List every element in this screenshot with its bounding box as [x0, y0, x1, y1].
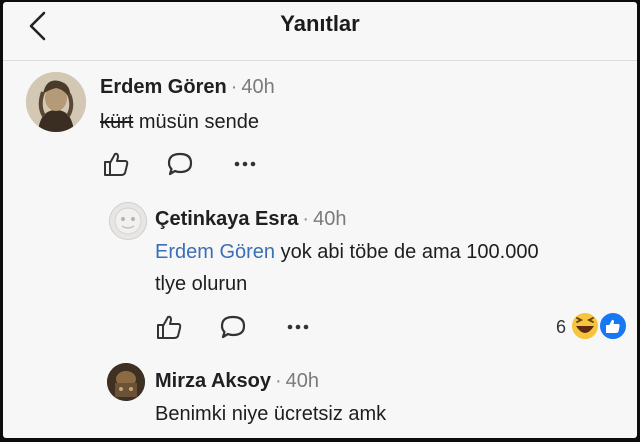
header: Yanıtlar	[3, 2, 637, 61]
comment-text: Erdem Gören yok abi töbe de ama 100.000 …	[155, 236, 625, 300]
like-icon[interactable]	[102, 151, 130, 177]
avatar[interactable]	[109, 202, 147, 240]
comment-author[interactable]: Çetinkaya Esra · 40h	[155, 208, 346, 231]
comment-author[interactable]: Erdem Gören · 40h	[100, 76, 275, 99]
comment-text-line1: yok abi töbe de ama 100.000	[275, 241, 539, 263]
avatar-image	[114, 207, 142, 235]
like-icon[interactable]	[155, 314, 183, 340]
reply-icon[interactable]	[166, 151, 194, 177]
author-name[interactable]: Mirza Aksoy	[155, 370, 271, 392]
reaction-count[interactable]: 6	[556, 317, 566, 338]
comment-text: Benimki niye ücretsiz amk	[155, 403, 387, 425]
comment-author[interactable]: Mirza Aksoy · 40h	[155, 370, 319, 393]
avatar[interactable]	[26, 72, 86, 132]
avatar[interactable]	[107, 363, 145, 401]
struck-text: kürt	[100, 111, 134, 133]
replies-screen: Yanıtlar Erdem Gören · 40h kürt müsün send…	[3, 2, 637, 438]
more-options-icon[interactable]	[233, 160, 257, 168]
reply-icon[interactable]	[219, 314, 247, 340]
comment-time: 40h	[285, 370, 320, 392]
like-reaction-icon[interactable]	[597, 310, 629, 342]
author-name[interactable]: Erdem Gören	[100, 76, 227, 98]
portrait-image	[26, 72, 86, 132]
more-options-icon[interactable]	[286, 323, 310, 331]
page-title: Yanıtlar	[280, 11, 360, 36]
avatar-image	[107, 363, 145, 401]
comment-time: 40h	[241, 76, 275, 98]
separator-dot: ·	[274, 370, 282, 392]
author-name[interactable]: Çetinkaya Esra	[155, 208, 298, 230]
mention-link[interactable]: Erdem Gören	[155, 241, 275, 263]
separator-dot: ·	[302, 208, 310, 230]
separator-dot: ·	[230, 76, 238, 98]
comment-text-rest: müsün sende	[133, 111, 259, 133]
comment-text: kürt müsün sende	[100, 106, 259, 138]
comment-time: 40h	[313, 208, 347, 230]
comment-text-line2: tlye olurun	[155, 273, 248, 295]
